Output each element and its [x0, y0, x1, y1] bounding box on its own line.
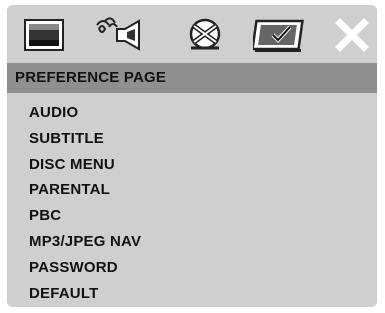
menu-item-default[interactable]: DEFAULT	[29, 281, 141, 307]
page-header-bar: PREFERENCE PAGE	[7, 63, 377, 93]
menu-item-subtitle[interactable]: SUBTITLE	[29, 126, 141, 152]
setup-toolbar	[7, 5, 377, 65]
menu-item-pbc[interactable]: PBC	[29, 203, 141, 229]
general-setup-icon[interactable]	[23, 17, 67, 53]
preference-menu-list: AUDIO SUBTITLE DISC MENU PARENTAL PBC MP…	[29, 100, 141, 306]
menu-item-password[interactable]: PASSWORD	[29, 255, 141, 281]
menu-item-disc-menu[interactable]: DISC MENU	[29, 152, 141, 178]
video-setup-icon[interactable]	[185, 17, 225, 53]
preference-page-icon[interactable]	[253, 17, 311, 53]
menu-item-parental[interactable]: PARENTAL	[29, 177, 141, 203]
menu-item-audio[interactable]: AUDIO	[29, 100, 141, 126]
page-title: PREFERENCE PAGE	[15, 69, 167, 86]
menu-item-mp3-jpeg-nav[interactable]: MP3/JPEG NAV	[29, 229, 141, 255]
exit-icon[interactable]	[335, 17, 369, 53]
setup-menu-panel: PREFERENCE PAGE AUDIO SUBTITLE DISC MENU…	[7, 5, 377, 307]
audio-setup-icon[interactable]	[95, 17, 149, 53]
